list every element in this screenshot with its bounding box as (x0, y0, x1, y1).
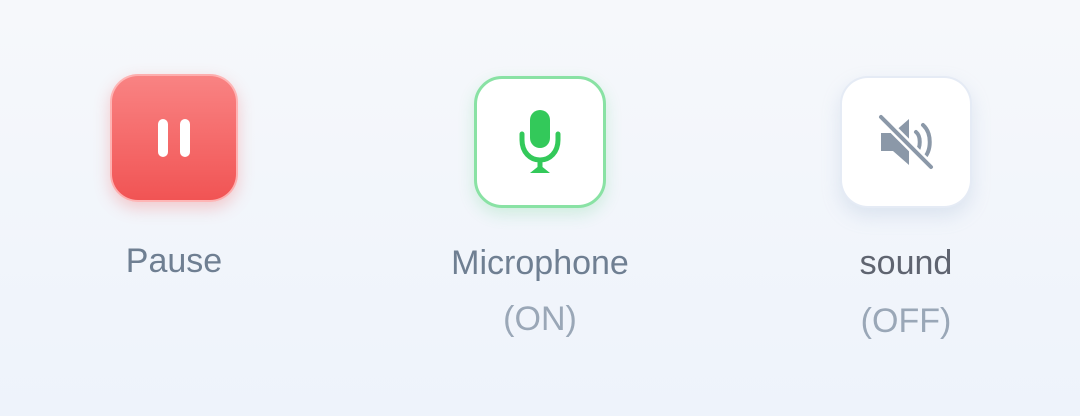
pause-button[interactable] (110, 74, 238, 202)
sound-control: sound (OFF) (840, 76, 972, 342)
microphone-control: Microphone (ON) (451, 76, 629, 340)
microphone-icon (519, 110, 561, 173)
speaker-muted-icon (876, 112, 936, 172)
pause-control: Pause (110, 74, 238, 282)
pause-icon (158, 119, 190, 157)
microphone-state: (ON) (503, 300, 577, 338)
sound-state: (OFF) (860, 302, 952, 340)
sound-button[interactable] (840, 76, 972, 208)
microphone-button[interactable] (474, 76, 606, 208)
pause-label: Pause (125, 242, 223, 280)
microphone-label: Microphone (451, 244, 629, 282)
sound-label: sound (859, 244, 953, 282)
